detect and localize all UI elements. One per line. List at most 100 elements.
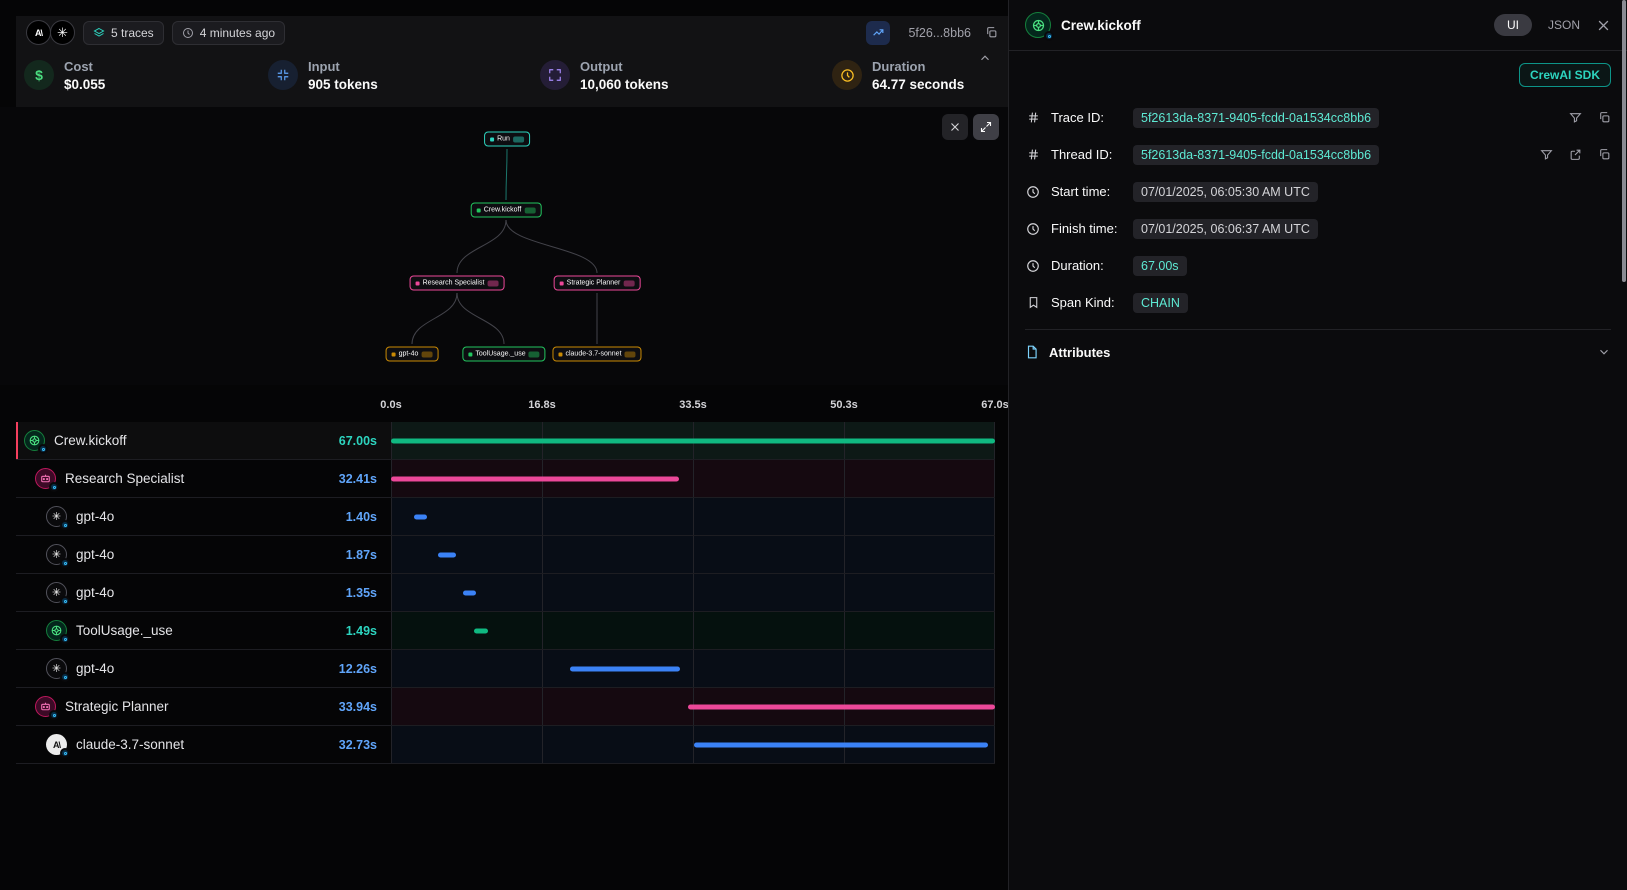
external-icon[interactable] (1569, 148, 1582, 161)
gridline (391, 688, 392, 725)
hash-icon (1025, 148, 1041, 161)
field-label: Start time: (1051, 184, 1123, 199)
span-bar[interactable] (688, 704, 995, 709)
span-duration: 32.73s (339, 738, 377, 752)
copy-icon[interactable] (1598, 111, 1611, 124)
gridline (542, 612, 543, 649)
span-bar[interactable] (694, 742, 988, 747)
span-row-gpt-4o[interactable]: ✳gpt-4o1.40s (16, 498, 995, 536)
openai-icon: ✳ (46, 506, 67, 527)
close-icon[interactable] (1596, 18, 1611, 33)
gridline (994, 498, 995, 535)
filter-icon[interactable] (1540, 148, 1553, 161)
graph-edge (412, 293, 457, 344)
graph-node-strategic-planner[interactable]: Strategic Planner (554, 276, 641, 291)
copy-icon[interactable] (1598, 148, 1611, 161)
graph-node-crew-kickoff[interactable]: Crew.kickoff (471, 203, 542, 218)
agent-icon (35, 468, 56, 489)
span-bar[interactable] (463, 590, 475, 595)
graph-edge (457, 293, 504, 344)
tab-json[interactable]: JSON (1548, 18, 1580, 32)
gridline (542, 688, 543, 725)
scrollbar-thumb[interactable] (1622, 0, 1626, 282)
span-timeline-cell (391, 574, 995, 611)
stat-input: Input 905 tokens (268, 59, 540, 92)
graph-edge (506, 220, 597, 273)
graph-node-toolusage-use[interactable]: ToolUsage._use (462, 347, 545, 362)
span-name: Crew.kickoff (54, 433, 127, 448)
span-row-gpt-4o[interactable]: ✳gpt-4o1.87s (16, 536, 995, 574)
sdk-badge[interactable]: CrewAI SDK (1519, 63, 1611, 87)
trend-chart-button[interactable] (866, 21, 890, 45)
instrumentation-badge (60, 520, 70, 530)
graph-node-run[interactable]: Run (484, 132, 530, 147)
filter-icon[interactable] (1569, 111, 1582, 124)
node-type-dot (416, 281, 420, 285)
chevron-down-icon[interactable] (1597, 345, 1611, 359)
span-row-research-specialist[interactable]: Research Specialist32.41s (16, 460, 995, 498)
trace-summary-block: A\ ✳ 5 traces 4 minutes ago 5f26...8bb6 (16, 16, 1008, 107)
gridline (844, 536, 845, 573)
openai-icon: ✳ (46, 544, 67, 565)
stat-cost: $ Cost $0.055 (24, 59, 268, 92)
span-label-cell: ✳gpt-4o1.87s (16, 536, 391, 573)
close-graph-button[interactable] (942, 114, 968, 140)
field-start-time: Start time:07/01/2025, 06:05:30 AM UTC (1025, 173, 1611, 210)
span-bar[interactable] (391, 438, 995, 443)
span-row-toolusage-use[interactable]: ToolUsage._use1.49s (16, 612, 995, 650)
attributes-section-toggle[interactable]: Attributes (1025, 330, 1611, 374)
field-label: Trace ID: (1051, 110, 1123, 125)
span-bar[interactable] (391, 476, 679, 481)
hash-icon (1025, 111, 1041, 124)
expand-graph-button[interactable] (973, 114, 999, 140)
instrumentation-badge (1044, 31, 1054, 41)
field-value[interactable]: 5f2613da-8371-9405-fcdd-0a1534cc8bb6 (1133, 145, 1379, 165)
gridline (693, 612, 694, 649)
span-bar[interactable] (414, 514, 427, 519)
trace-header-bar: A\ ✳ 5 traces 4 minutes ago 5f26...8bb6 (16, 16, 1008, 49)
span-duration: 1.49s (346, 624, 377, 638)
node-label: ToolUsage._use (475, 351, 525, 358)
span-label-cell: ✳gpt-4o1.35s (16, 574, 391, 611)
trace-graph-canvas[interactable]: Run Crew.kickoff Research Specialist Strate… (0, 107, 1008, 385)
node-type-dot (558, 352, 562, 356)
gridline (391, 536, 392, 573)
span-name: gpt-4o (76, 661, 114, 676)
graph-edge (506, 149, 507, 200)
span-name: Research Specialist (65, 471, 184, 486)
node-chip (487, 280, 498, 286)
span-row-strategic-planner[interactable]: Strategic Planner33.94s (16, 688, 995, 726)
collapse-chevron-icon[interactable] (978, 51, 992, 70)
axis-tick: 50.3s (830, 399, 858, 411)
gridline (542, 498, 543, 535)
span-row-gpt-4o[interactable]: ✳gpt-4o12.26s (16, 650, 995, 688)
span-bar[interactable] (474, 628, 488, 633)
field-value[interactable]: 5f2613da-8371-9405-fcdd-0a1534cc8bb6 (1133, 108, 1379, 128)
graph-node-gpt-4o[interactable]: gpt-4o (386, 347, 439, 362)
clock-icon (1025, 259, 1041, 273)
span-row-crew-kickoff[interactable]: Crew.kickoff67.00s (16, 422, 995, 460)
span-row-claude-3-7-sonnet[interactable]: A\claude-3.7-sonnet32.73s (16, 726, 995, 764)
span-duration: 1.40s (346, 510, 377, 524)
instrumentation-badge (60, 672, 70, 682)
axis-tick: 16.8s (528, 399, 556, 411)
span-details-header: Crew.kickoff UI JSON (1009, 0, 1627, 50)
graph-node-claude-3-7-sonnet[interactable]: claude-3.7-sonnet (552, 347, 641, 362)
traces-count-badge[interactable]: 5 traces (83, 21, 164, 45)
gridline (693, 650, 694, 687)
node-label: gpt-4o (399, 351, 419, 358)
node-chip (421, 351, 432, 357)
field-label: Thread ID: (1051, 147, 1123, 162)
trace-time-label: 4 minutes ago (200, 26, 275, 40)
span-bar[interactable] (438, 552, 456, 557)
span-row-gpt-4o[interactable]: ✳gpt-4o1.35s (16, 574, 995, 612)
field-finish-time: Finish time:07/01/2025, 06:06:37 AM UTC (1025, 210, 1611, 247)
gridline (994, 574, 995, 611)
copy-icon[interactable] (985, 26, 998, 39)
field-value: 07/01/2025, 06:06:37 AM UTC (1133, 219, 1318, 239)
span-bar[interactable] (570, 666, 680, 671)
span-label-cell: ✳gpt-4o12.26s (16, 650, 391, 687)
graph-node-research-specialist[interactable]: Research Specialist (410, 276, 505, 291)
tab-ui[interactable]: UI (1494, 14, 1532, 36)
span-timeline-cell (391, 460, 995, 497)
